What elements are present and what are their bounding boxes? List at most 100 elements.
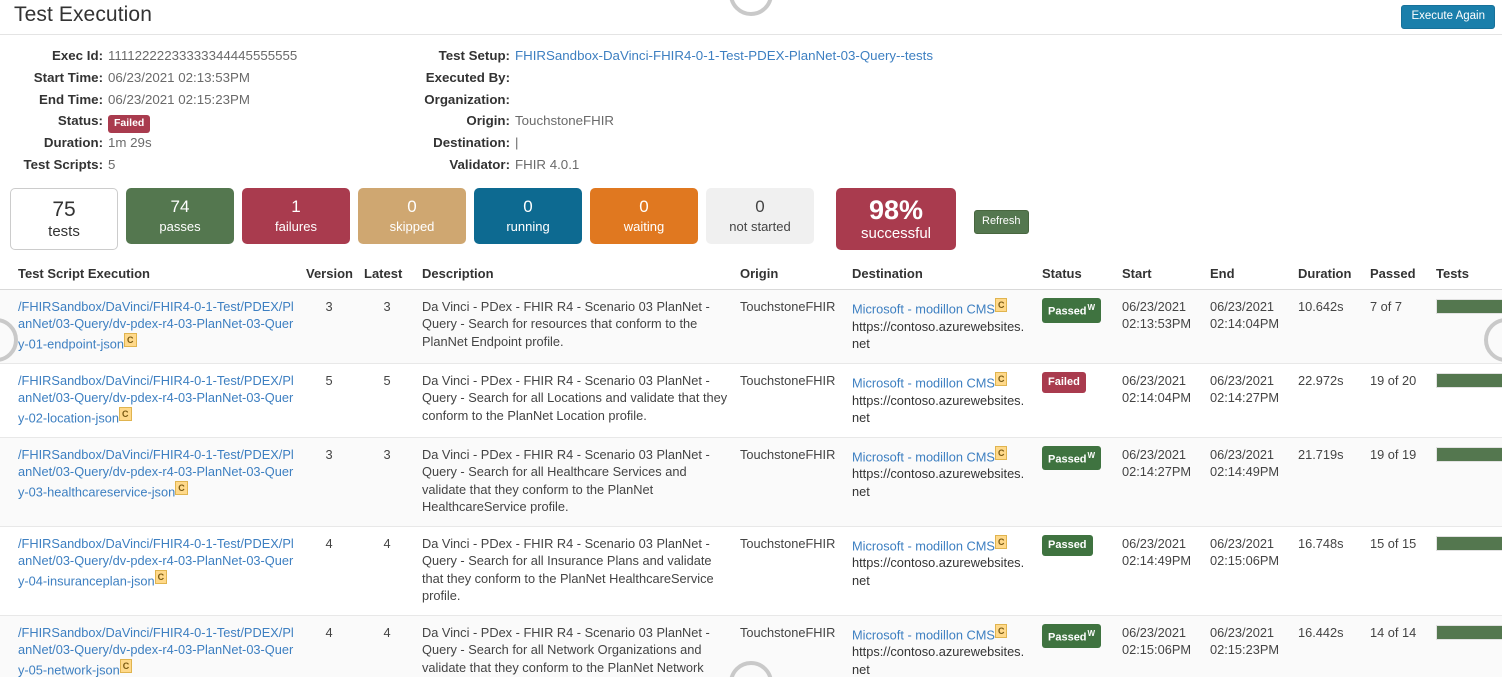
info-value[interactable]: FHIRSandbox-DaVinci-FHIR4-0-1-Test-PDEX-… — [515, 45, 1160, 67]
test-script-link[interactable]: /FHIRSandbox/DaVinci/FHIR4-0-1-Test/PDEX… — [18, 447, 294, 499]
duration-cell: 21.719s — [1292, 437, 1364, 526]
refresh-button[interactable]: Refresh — [974, 210, 1029, 234]
version-cell: 5 — [300, 363, 358, 437]
contained-badge-icon[interactable]: C — [119, 407, 132, 421]
stat-tile-waiting[interactable]: 0waiting — [590, 188, 698, 244]
latest-cell: 3 — [358, 437, 416, 526]
progress-segment-passed — [1437, 374, 1502, 387]
origin-value: TouchstoneFHIR — [740, 447, 835, 462]
destination-cell: Microsoft - modillon CMSChttps://contoso… — [846, 526, 1036, 615]
info-label: Organization: — [400, 89, 515, 111]
destination-url: https://contoso.azurewebsites.net — [852, 465, 1030, 500]
description-cell: Da Vinci - PDex - FHIR R4 - Scenario 03 … — [416, 526, 734, 615]
execute-again-button[interactable]: Execute Again — [1401, 5, 1495, 29]
contained-badge-icon[interactable]: C — [995, 535, 1008, 549]
status-badge[interactable]: Passed — [1042, 535, 1093, 556]
end-time: 02:14:04PM — [1210, 315, 1286, 333]
tests-progress-bar — [1436, 536, 1502, 551]
stat-tile-notstarted[interactable]: 0not started — [706, 188, 814, 244]
page-title: Test Execution — [14, 0, 1488, 30]
column-header-end[interactable]: End — [1204, 260, 1292, 290]
contained-badge-icon[interactable]: C — [995, 624, 1008, 638]
info-label: Duration: — [0, 132, 108, 154]
passed-cell: 7 of 7 — [1364, 289, 1430, 363]
duration-cell: 22.972s — [1292, 363, 1364, 437]
destination-link[interactable]: Microsoft - modillon CMS — [852, 375, 995, 390]
contained-badge-icon[interactable]: C — [995, 372, 1008, 386]
stat-tile-label: skipped — [390, 218, 435, 236]
destination-link[interactable]: Microsoft - modillon CMS — [852, 538, 995, 553]
progress-segment-passed — [1437, 300, 1502, 313]
test-script-link[interactable]: /FHIRSandbox/DaVinci/FHIR4-0-1-Test/PDEX… — [18, 373, 294, 425]
destination-cell: Microsoft - modillon CMSChttps://contoso… — [846, 615, 1036, 677]
status-cell: PassedW — [1036, 615, 1116, 677]
stat-tile-value: 0 — [755, 196, 764, 218]
column-header-description[interactable]: Description — [416, 260, 734, 290]
info-row: Destination:| — [400, 132, 1160, 154]
stat-tile-skipped[interactable]: 0skipped — [358, 188, 466, 244]
column-header-test-script-execution[interactable]: Test Script Execution — [0, 260, 300, 290]
status-badge[interactable]: Failed — [1042, 372, 1086, 393]
info-label: Destination: — [400, 132, 515, 154]
status-badge: Failed — [108, 115, 150, 133]
destination-link[interactable]: Microsoft - modillon CMS — [852, 301, 995, 316]
column-header-start[interactable]: Start — [1116, 260, 1204, 290]
info-label: Executed By: — [400, 67, 515, 89]
table-row[interactable]: /FHIRSandbox/DaVinci/FHIR4-0-1-Test/PDEX… — [0, 289, 1502, 363]
end-date: 06/23/2021 — [1210, 624, 1286, 642]
version-value: 4 — [325, 625, 332, 640]
contained-badge-icon[interactable]: C — [995, 446, 1008, 460]
end-date: 06/23/2021 — [1210, 446, 1286, 464]
duration-cell: 16.442s — [1292, 615, 1364, 677]
status-badge[interactable]: PassedW — [1042, 624, 1101, 649]
latest-value: 3 — [383, 299, 390, 314]
progress-segment-passed — [1437, 626, 1502, 639]
column-header-version[interactable]: Version — [300, 260, 358, 290]
contained-badge-icon[interactable]: C — [995, 298, 1008, 312]
column-header-duration[interactable]: Duration — [1292, 260, 1364, 290]
execution-info-left: Exec Id:11112222233333344445555555Start … — [0, 45, 400, 176]
latest-value: 5 — [383, 373, 390, 388]
duration-value: 16.748s — [1298, 536, 1344, 551]
contained-badge-icon[interactable]: C — [120, 659, 133, 673]
start-time: 02:14:04PM — [1122, 389, 1198, 407]
stat-tile-failures[interactable]: 1failures — [242, 188, 350, 244]
destination-link[interactable]: Microsoft - modillon CMS — [852, 627, 995, 642]
stat-tile-value: 1 — [291, 196, 300, 218]
table-row[interactable]: /FHIRSandbox/DaVinci/FHIR4-0-1-Test/PDEX… — [0, 437, 1502, 526]
origin-value: TouchstoneFHIR — [740, 373, 835, 388]
column-header-tests[interactable]: Tests — [1430, 260, 1502, 290]
column-header-destination[interactable]: Destination — [846, 260, 1036, 290]
test-script-link[interactable]: /FHIRSandbox/DaVinci/FHIR4-0-1-Test/PDEX… — [18, 625, 294, 677]
latest-cell: 4 — [358, 526, 416, 615]
status-badge[interactable]: PassedW — [1042, 446, 1101, 471]
column-header-origin[interactable]: Origin — [734, 260, 846, 290]
column-header-passed[interactable]: Passed — [1364, 260, 1430, 290]
info-row: Exec Id:11112222233333344445555555 — [0, 45, 400, 67]
info-value: 5 — [108, 154, 400, 176]
stat-tile-label: tests — [48, 223, 80, 241]
info-label: End Time: — [0, 89, 108, 111]
stat-tile-total[interactable]: 75tests — [10, 188, 118, 250]
info-value: | — [515, 132, 1160, 154]
latest-cell: 5 — [358, 363, 416, 437]
stat-tile-running[interactable]: 0running — [474, 188, 582, 244]
end-time: 02:14:27PM — [1210, 389, 1286, 407]
column-header-status[interactable]: Status — [1036, 260, 1116, 290]
destination-url: https://contoso.azurewebsites.net — [852, 318, 1030, 353]
column-header-latest[interactable]: Latest — [358, 260, 416, 290]
contained-badge-icon[interactable]: C — [124, 333, 137, 347]
stat-tile-value: 0 — [523, 196, 532, 218]
table-row[interactable]: /FHIRSandbox/DaVinci/FHIR4-0-1-Test/PDEX… — [0, 526, 1502, 615]
page-header: Test Execution Execute Again — [0, 0, 1502, 34]
end-time: 02:15:23PM — [1210, 641, 1286, 659]
table-row[interactable]: /FHIRSandbox/DaVinci/FHIR4-0-1-Test/PDEX… — [0, 363, 1502, 437]
destination-link[interactable]: Microsoft - modillon CMS — [852, 449, 995, 464]
stat-tile-success[interactable]: 98%successful — [836, 188, 956, 250]
contained-badge-icon[interactable]: C — [155, 570, 168, 584]
stat-tile-passes[interactable]: 74passes — [126, 188, 234, 244]
contained-badge-icon[interactable]: C — [175, 481, 188, 495]
status-badge[interactable]: PassedW — [1042, 298, 1101, 323]
stat-tile-value: 0 — [407, 196, 416, 218]
test-script-link[interactable]: /FHIRSandbox/DaVinci/FHIR4-0-1-Test/PDEX… — [18, 299, 294, 351]
